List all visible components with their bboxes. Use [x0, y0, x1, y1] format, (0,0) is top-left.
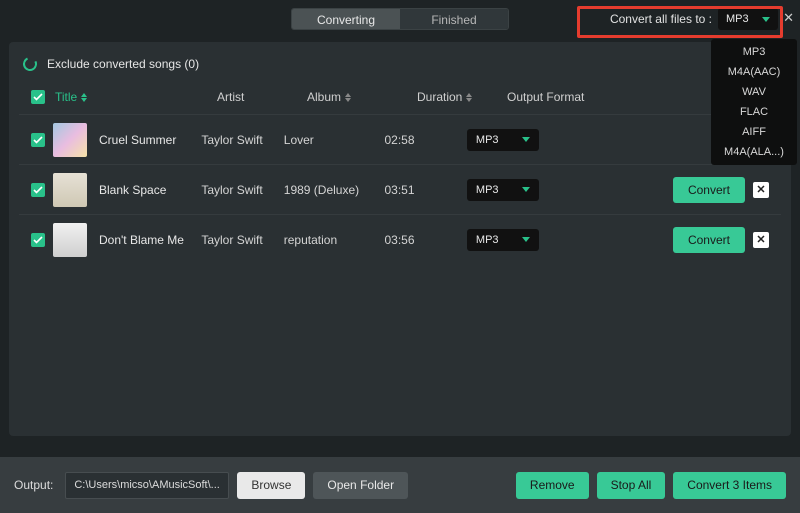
row-format-value: MP3: [476, 234, 499, 246]
album-art: [53, 123, 87, 157]
row-format-select[interactable]: MP3: [467, 179, 539, 201]
track-artist: Taylor Swift: [201, 183, 283, 197]
chevron-down-icon: [762, 17, 770, 22]
bottom-bar: Output: C:\Users\micso\AMusicSoft\... Br…: [0, 457, 800, 513]
row-format-value: MP3: [476, 134, 499, 146]
row-format-value: MP3: [476, 184, 499, 196]
track-title: Cruel Summer: [99, 133, 176, 147]
format-option[interactable]: FLAC: [711, 102, 797, 122]
convert-all-format-value: MP3: [726, 13, 749, 25]
column-header-output-format: Output Format: [507, 90, 625, 104]
album-art: [53, 173, 87, 207]
refresh-icon[interactable]: [21, 55, 39, 73]
track-duration: 03:56: [385, 233, 467, 247]
format-dropdown[interactable]: MP3 M4A(AAC) WAV FLAC AIFF M4A(ALA...): [711, 39, 797, 165]
column-header-title[interactable]: Title: [55, 90, 217, 104]
check-icon: [33, 92, 43, 102]
convert-all-format-select[interactable]: MP3: [718, 8, 778, 30]
remove-row-button[interactable]: ✕: [753, 232, 769, 248]
row-checkbox[interactable]: [31, 233, 45, 247]
format-option[interactable]: M4A(AAC): [711, 62, 797, 82]
chevron-down-icon: [522, 237, 530, 242]
column-header-album[interactable]: Album: [307, 90, 417, 104]
convert-all-label: Convert all files to :: [610, 12, 712, 26]
track-album: 1989 (Deluxe): [284, 183, 385, 197]
sort-icon: [466, 93, 472, 102]
column-header-artist[interactable]: Artist: [217, 90, 307, 104]
format-option[interactable]: M4A(ALA...): [711, 142, 797, 162]
track-artist: Taylor Swift: [201, 133, 283, 147]
track-duration: 02:58: [385, 133, 467, 147]
format-option[interactable]: MP3: [711, 42, 797, 62]
track-title: Blank Space: [99, 183, 166, 197]
tab-converting[interactable]: Converting: [292, 9, 400, 30]
table-row: Cruel Summer Taylor Swift Lover 02:58 MP…: [19, 114, 781, 164]
track-artist: Taylor Swift: [201, 233, 283, 247]
track-album: Lover: [284, 133, 385, 147]
track-title: Don't Blame Me: [99, 233, 184, 247]
column-header-duration[interactable]: Duration: [417, 90, 507, 104]
close-icon[interactable]: ✕: [783, 10, 794, 26]
chevron-down-icon: [522, 187, 530, 192]
row-format-select[interactable]: MP3: [467, 129, 539, 151]
remove-row-button[interactable]: ✕: [753, 182, 769, 198]
chevron-down-icon: [522, 137, 530, 142]
sort-icon: [81, 93, 87, 102]
tab-group: Converting Finished: [291, 8, 509, 30]
exclude-converted-label: Exclude converted songs (0): [47, 57, 199, 71]
open-folder-button[interactable]: Open Folder: [313, 472, 408, 499]
convert-button[interactable]: Convert: [673, 227, 745, 253]
row-checkbox[interactable]: [31, 133, 45, 147]
convert-items-button[interactable]: Convert 3 Items: [673, 472, 786, 499]
row-format-select[interactable]: MP3: [467, 229, 539, 251]
column-album-label: Album: [307, 90, 341, 104]
sort-icon: [345, 93, 351, 102]
table-row: Blank Space Taylor Swift 1989 (Deluxe) 0…: [19, 164, 781, 214]
tab-finished[interactable]: Finished: [400, 9, 508, 30]
album-art: [53, 223, 87, 257]
row-checkbox[interactable]: [31, 183, 45, 197]
track-album: reputation: [284, 233, 385, 247]
browse-button[interactable]: Browse: [237, 472, 305, 499]
output-label: Output:: [14, 478, 53, 492]
stop-all-button[interactable]: Stop All: [597, 472, 666, 499]
convert-button[interactable]: Convert: [673, 177, 745, 203]
format-option[interactable]: WAV: [711, 82, 797, 102]
column-duration-label: Duration: [417, 90, 462, 104]
select-all-checkbox[interactable]: [31, 90, 45, 104]
output-path-field[interactable]: C:\Users\micso\AMusicSoft\...: [65, 472, 229, 499]
track-duration: 03:51: [385, 183, 467, 197]
remove-button[interactable]: Remove: [516, 472, 589, 499]
table-row: Don't Blame Me Taylor Swift reputation 0…: [19, 214, 781, 264]
format-option[interactable]: AIFF: [711, 122, 797, 142]
column-title-label: Title: [55, 90, 77, 104]
